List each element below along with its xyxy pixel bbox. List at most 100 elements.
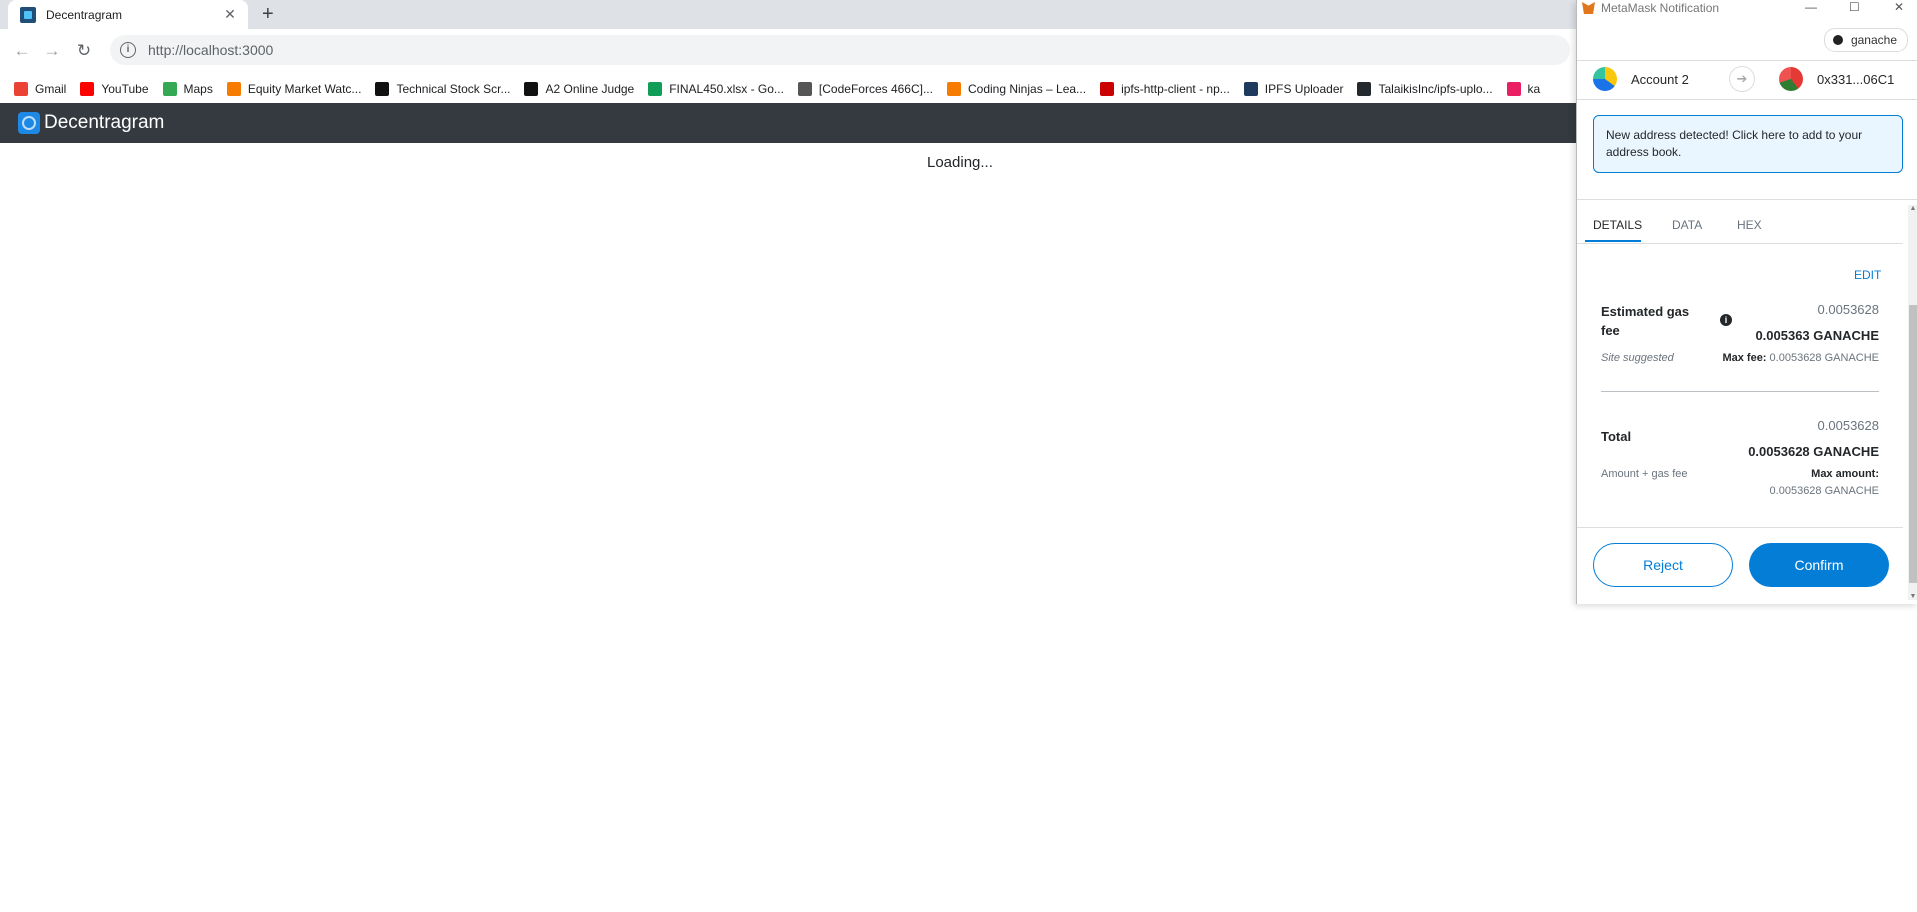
- gas-fee-secondary: 0.0053628: [1817, 302, 1879, 317]
- total-secondary: 0.0053628: [1817, 418, 1879, 433]
- scroll-down-icon[interactable]: ▼: [1908, 593, 1917, 600]
- bookmark-label: YouTube: [101, 81, 149, 96]
- bookmark-favicon-icon: [162, 81, 177, 96]
- new-address-alert[interactable]: New address detected! Click here to add …: [1593, 115, 1903, 173]
- amount-gas-fee-label: Amount + gas fee: [1601, 468, 1688, 480]
- bookmark-favicon-icon: [524, 81, 539, 96]
- bookmark-item[interactable]: YouTube: [80, 81, 149, 96]
- reload-icon[interactable]: ↻: [72, 39, 96, 63]
- bookmark-favicon-icon: [797, 81, 812, 96]
- bookmark-label: IPFS Uploader: [1264, 81, 1344, 96]
- bookmark-label: A2 Online Judge: [545, 81, 635, 96]
- url-text: http://localhost:3000: [148, 42, 274, 58]
- max-amount-value: 0.0053628 GANACHE: [1769, 485, 1879, 497]
- network-dot-icon: [1832, 35, 1843, 45]
- bookmark-label: ipfs-http-client - np...: [1121, 81, 1230, 96]
- bookmark-favicon-icon: [1506, 81, 1521, 96]
- bookmark-favicon-icon: [1100, 81, 1115, 96]
- to-address[interactable]: 0x331...06C1: [1817, 72, 1894, 87]
- bookmark-item[interactable]: IPFS Uploader: [1243, 81, 1344, 96]
- total-primary: 0.0053628 GANACHE: [1748, 444, 1879, 459]
- max-amount-label: Max amount:: [1811, 468, 1879, 480]
- network-name: ganache: [1850, 33, 1897, 47]
- total-label: Total: [1601, 429, 1632, 444]
- close-window-icon[interactable]: ✕: [1894, 0, 1904, 14]
- back-icon[interactable]: ←: [10, 39, 34, 63]
- metamask-scrollbar[interactable]: ▲ ▼: [1908, 205, 1917, 600]
- metamask-fox-icon: [1582, 2, 1595, 14]
- bookmark-favicon-icon: [1357, 81, 1372, 96]
- bookmark-item[interactable]: Equity Market Watc...: [226, 81, 362, 96]
- gas-fee-label: Estimated gas fee: [1601, 304, 1690, 338]
- metamask-tabs: DETAILS DATA HEX: [1577, 210, 1903, 244]
- bookmark-favicon-icon: [14, 81, 28, 96]
- close-tab-icon[interactable]: ✕: [222, 6, 238, 23]
- section-divider: [1601, 391, 1879, 392]
- bookmark-label: ka: [1527, 81, 1541, 96]
- info-icon[interactable]: i: [1720, 314, 1732, 326]
- tab-details[interactable]: DETAILS: [1593, 218, 1642, 232]
- new-address-alert-text: New address detected! Click here to add …: [1606, 128, 1863, 159]
- app-brand[interactable]: Decentragram: [44, 112, 164, 134]
- bookmark-label: Coding Ninjas – Lea...: [967, 81, 1087, 96]
- network-selector[interactable]: ganache: [1823, 28, 1908, 52]
- account-header: Account 2 ➔ 0x331...06C1: [1577, 60, 1917, 100]
- maximize-icon[interactable]: ☐: [1849, 0, 1860, 14]
- max-amount-block: Max amount: 0.0053628 GANACHE: [1770, 466, 1879, 500]
- bookmark-favicon-icon: [80, 81, 95, 96]
- max-fee-row: Max fee: 0.0053628 GANACHE: [1722, 350, 1879, 367]
- gas-fee-primary: 0.005363 GANACHE: [1755, 328, 1879, 343]
- to-account-avatar: [1779, 67, 1803, 91]
- site-favicon-icon: [20, 6, 36, 23]
- scrollbar-thumb[interactable]: [1909, 305, 1917, 583]
- camera-logo-icon: [18, 112, 40, 134]
- bookmark-item[interactable]: Gmail: [14, 81, 67, 96]
- tab-title: Decentragram: [46, 7, 123, 22]
- bookmark-favicon-icon: [226, 81, 241, 96]
- bookmark-label: Equity Market Watc...: [247, 81, 362, 96]
- confirm-button[interactable]: Confirm: [1749, 543, 1889, 587]
- tab-data[interactable]: DATA: [1672, 218, 1702, 232]
- active-tab-indicator: [1585, 240, 1641, 242]
- bookmark-label: [CodeForces 466C]...: [818, 81, 933, 96]
- bookmark-item[interactable]: FINAL450.xlsx - Go...: [648, 81, 784, 96]
- site-info-icon[interactable]: i: [120, 42, 136, 58]
- divider: [1577, 199, 1917, 200]
- address-bar[interactable]: i http://localhost:3000: [110, 35, 1570, 65]
- edit-gas-link[interactable]: EDIT: [1854, 268, 1881, 282]
- arrow-right-icon: ➔: [1729, 66, 1755, 92]
- metamask-titlebar: MetaMask Notification: [1577, 0, 1917, 16]
- bookmark-item[interactable]: A2 Online Judge: [524, 81, 635, 96]
- bookmark-label: Maps: [183, 81, 213, 96]
- bookmark-item[interactable]: Maps: [162, 81, 213, 96]
- bookmark-favicon-icon: [946, 81, 961, 96]
- bookmark-item[interactable]: Coding Ninjas – Lea...: [946, 81, 1087, 96]
- bookmark-favicon-icon: [375, 81, 390, 96]
- bookmark-favicon-icon: [1243, 81, 1258, 96]
- new-tab-icon[interactable]: +: [262, 3, 274, 26]
- max-fee-label: Max fee:: [1722, 352, 1767, 364]
- from-account-name: Account 2: [1631, 72, 1689, 87]
- metamask-window-title: MetaMask Notification: [1601, 1, 1720, 15]
- bookmark-label: Technical Stock Scr...: [396, 81, 511, 96]
- browser-tab[interactable]: Decentragram ✕: [8, 0, 248, 29]
- footer-divider: [1577, 527, 1903, 528]
- bookmark-item[interactable]: TalaikisInc/ipfs-uplo...: [1357, 81, 1493, 96]
- bookmark-item[interactable]: Technical Stock Scr...: [375, 81, 511, 96]
- site-suggested-label: Site suggested: [1601, 352, 1674, 364]
- bookmark-item[interactable]: ipfs-http-client - np...: [1100, 81, 1230, 96]
- tab-hex[interactable]: HEX: [1737, 218, 1762, 232]
- bookmark-item[interactable]: [CodeForces 466C]...: [797, 81, 933, 96]
- bookmark-label: TalaikisInc/ipfs-uplo...: [1378, 81, 1493, 96]
- loading-text: Loading...: [927, 154, 993, 171]
- scroll-up-icon[interactable]: ▲: [1908, 205, 1917, 212]
- metamask-window: MetaMask Notification — ☐ ✕ ganache Acco…: [1576, 0, 1917, 604]
- reject-button[interactable]: Reject: [1593, 543, 1733, 587]
- bookmark-label: Gmail: [35, 81, 67, 96]
- forward-icon[interactable]: →: [40, 39, 64, 63]
- bookmark-item[interactable]: ka: [1506, 81, 1541, 96]
- from-account-avatar: [1593, 67, 1617, 91]
- minimize-icon[interactable]: —: [1805, 0, 1817, 14]
- bookmark-label: FINAL450.xlsx - Go...: [669, 81, 784, 96]
- max-fee-value: 0.0053628 GANACHE: [1769, 352, 1879, 364]
